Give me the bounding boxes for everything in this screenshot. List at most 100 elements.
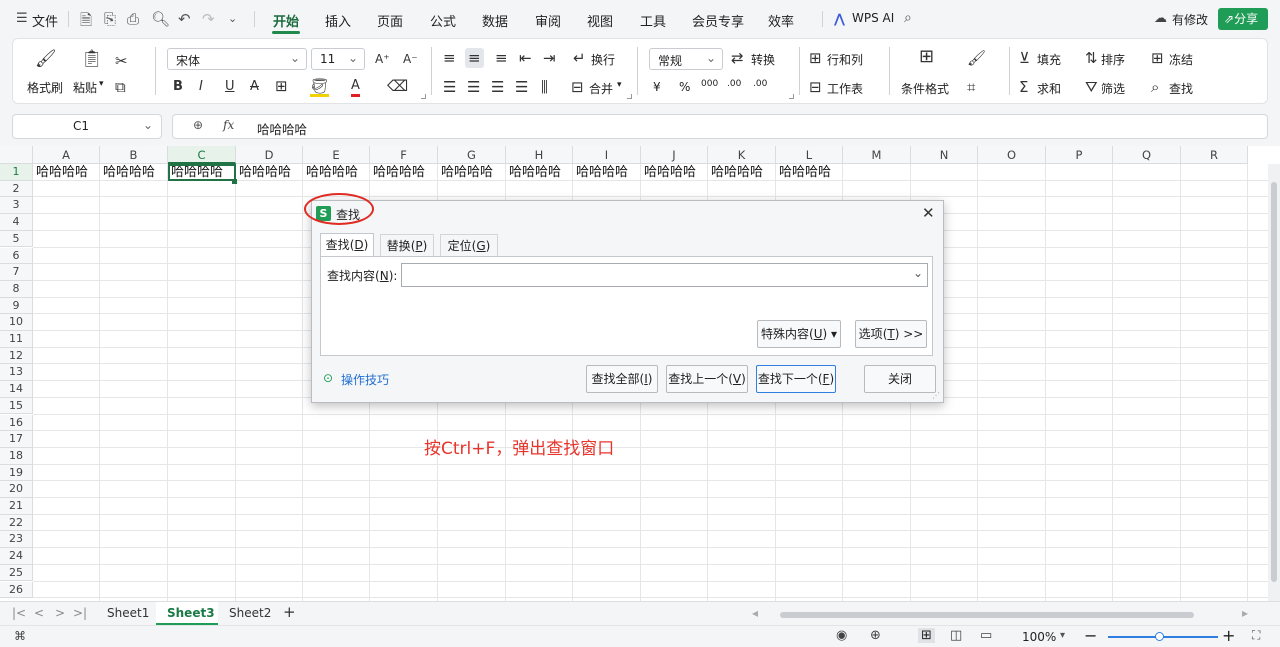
sum-button[interactable]: 求和 — [1037, 80, 1061, 97]
share-button[interactable]: ⇗分享 — [1218, 8, 1268, 30]
cell[interactable]: 哈哈哈哈 — [438, 164, 506, 181]
tab-tools[interactable]: 工具 — [640, 11, 666, 30]
redo-icon[interactable]: ↷ — [202, 10, 215, 28]
zoom-level[interactable]: 100% — [1022, 630, 1056, 644]
column-header[interactable]: G — [438, 146, 506, 164]
filter-button[interactable]: 筛选 — [1101, 80, 1125, 97]
last-sheet-icon[interactable]: >| — [73, 606, 87, 620]
row-header[interactable]: 23 — [0, 531, 33, 549]
row-header[interactable]: 11 — [0, 331, 33, 348]
find-previous-button[interactable]: 查找上一个(V) — [666, 365, 748, 393]
close-icon[interactable]: ✕ — [922, 204, 935, 222]
print-preview-icon[interactable]: 🔍︎ — [151, 10, 170, 28]
row-header[interactable]: 24 — [0, 548, 33, 565]
cell[interactable]: 哈哈哈哈 — [641, 164, 708, 181]
page-layout-icon[interactable]: ◫ — [950, 628, 962, 643]
zoom-out-icon[interactable]: − — [1084, 626, 1097, 645]
tips-link[interactable]: 操作技巧 — [341, 371, 389, 388]
convert-button[interactable]: 转换 — [751, 51, 775, 68]
row-header[interactable]: 22 — [0, 514, 33, 532]
row-header[interactable]: 7 — [0, 264, 33, 281]
first-sheet-icon[interactable]: |< — [12, 606, 26, 620]
find-icon[interactable]: ⌕ — [1151, 79, 1159, 95]
eye-icon[interactable]: ◉ — [836, 628, 847, 643]
cell-style-icon[interactable]: 🖌︎ — [967, 50, 986, 66]
row-col-icon[interactable]: ⊞ — [809, 50, 822, 66]
strikethrough-icon[interactable]: A — [250, 79, 259, 95]
tab-efficiency[interactable]: 效率 — [768, 11, 794, 30]
currency-button[interactable]: ¥ — [653, 80, 661, 94]
column-header[interactable]: K — [708, 146, 776, 164]
tips-icon[interactable]: ⊙ — [323, 371, 333, 385]
cell[interactable]: 哈哈哈哈 — [506, 164, 573, 181]
zoom-in-icon[interactable]: + — [1222, 626, 1235, 645]
row-col-button[interactable]: 行和列 — [827, 51, 863, 68]
column-header[interactable]: F — [370, 146, 438, 164]
prev-sheet-icon[interactable]: < — [34, 606, 44, 620]
options-button[interactable]: 选项(T) >> — [855, 320, 927, 348]
row-header[interactable]: 20 — [0, 481, 33, 498]
cell[interactable]: 哈哈哈哈 — [100, 164, 168, 181]
freeze-icon[interactable]: ⊞ — [1151, 50, 1164, 66]
cell[interactable]: 哈哈哈哈 — [303, 164, 370, 181]
tab-formula[interactable]: 公式 — [430, 11, 456, 30]
merge-button[interactable]: 合并 — [589, 80, 613, 97]
tab-page[interactable]: 页面 — [377, 11, 403, 30]
tab-member[interactable]: 会员专享 — [692, 11, 744, 30]
row-header[interactable]: 25 — [0, 564, 33, 582]
column-header[interactable]: A — [33, 146, 100, 164]
worksheet-button[interactable]: 工作表 — [827, 80, 863, 97]
freeze-button[interactable]: 冻结 — [1169, 51, 1193, 68]
cell[interactable]: 哈哈哈哈 — [776, 164, 843, 181]
row-header[interactable]: 19 — [0, 464, 33, 482]
page-break-icon[interactable]: ▭ — [980, 628, 992, 643]
format-painter-label[interactable]: 格式刷 — [27, 79, 63, 96]
paste-icon[interactable]: 📋︎ — [81, 51, 103, 68]
fill-icon[interactable]: ⊻ — [1019, 50, 1030, 66]
merge-icon[interactable]: ⊟ — [571, 79, 584, 95]
row-header[interactable]: 17 — [0, 431, 33, 448]
row-header[interactable]: 26 — [0, 581, 33, 599]
print-icon[interactable]: ⎙ — [127, 10, 139, 28]
copy-icon[interactable]: ⧉ — [115, 79, 126, 95]
sort-button[interactable]: 排序 — [1101, 51, 1125, 68]
column-header[interactable]: M — [843, 146, 911, 164]
tab-home[interactable]: 开始 — [273, 11, 299, 30]
tab-goto[interactable]: 定位(G) — [440, 234, 498, 256]
tab-insert[interactable]: 插入 — [325, 11, 351, 30]
row-header[interactable]: 3 — [0, 197, 33, 215]
thousands-button[interactable]: 000 — [701, 79, 718, 89]
cell[interactable]: 哈哈哈哈 — [236, 164, 303, 181]
row-header[interactable]: 2 — [0, 180, 33, 198]
column-header[interactable]: C — [168, 146, 236, 164]
tab-view[interactable]: 视图 — [587, 11, 613, 30]
filter-icon[interactable]: ⛛ — [1085, 79, 1098, 95]
zoom-slider-thumb[interactable] — [1155, 632, 1164, 641]
sum-icon[interactable]: Σ — [1019, 79, 1028, 95]
tab-find[interactable]: 查找(D) — [320, 233, 374, 257]
column-header[interactable]: Q — [1113, 146, 1181, 164]
wps-ai-button[interactable]: WPS AI — [852, 11, 894, 25]
column-header[interactable]: L — [776, 146, 843, 164]
chevron-down-icon[interactable]: ▾ — [99, 79, 104, 89]
normal-view-icon[interactable]: ⊞ — [918, 628, 935, 643]
align-left-icon[interactable]: ☰ — [443, 79, 456, 95]
dialog-launcher-icon[interactable] — [789, 94, 794, 99]
align-middle-icon[interactable]: ≡ — [465, 48, 484, 68]
resize-grip-icon[interactable]: ⋰ — [932, 391, 940, 400]
percent-button[interactable]: % — [679, 80, 690, 94]
indent-decrease-icon[interactable]: ⇤ — [519, 50, 532, 66]
row-header[interactable]: 8 — [0, 280, 33, 298]
vertical-scrollbar[interactable] — [1268, 164, 1280, 601]
chevron-down-icon[interactable]: ▾ — [1060, 630, 1065, 641]
undo-icon[interactable]: ↶ — [178, 10, 191, 28]
convert-icon[interactable]: ⇄ — [731, 50, 744, 66]
sheet-tab-sheet3[interactable]: Sheet3 — [167, 606, 215, 620]
save-icon[interactable]: 🗎 — [80, 10, 92, 35]
fill-color-icon[interactable]: 🪣︎ — [310, 78, 330, 97]
cell[interactable]: 哈哈哈哈 — [33, 164, 100, 181]
distribute-icon[interactable]: ⫼ — [541, 79, 548, 95]
paste-label[interactable]: 粘贴 — [73, 79, 97, 96]
row-header[interactable]: 12 — [0, 347, 33, 365]
add-sheet-icon[interactable]: + — [283, 603, 296, 621]
